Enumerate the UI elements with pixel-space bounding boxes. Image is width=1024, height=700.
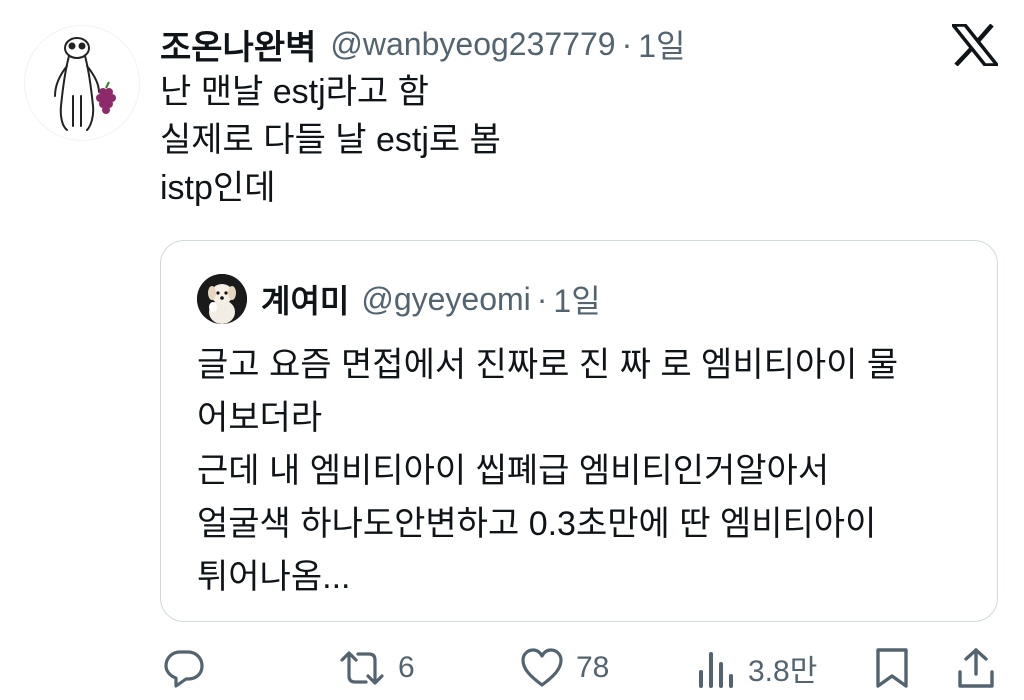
views-count: 3.8만 bbox=[748, 655, 818, 688]
header-separator: · bbox=[621, 25, 633, 62]
quoted-author-avatar[interactable] bbox=[197, 274, 247, 324]
share-button[interactable] bbox=[954, 644, 998, 692]
reply-icon bbox=[164, 650, 204, 688]
quoted-header-separator: · bbox=[536, 280, 548, 317]
retweet-button[interactable]: 6 bbox=[338, 644, 415, 692]
like-button[interactable]: 78 bbox=[520, 644, 609, 692]
quoted-tweet[interactable]: 계여미 @gyeyeomi · 1일 글고 요즘 면접에서 진짜로 진 짜 로 … bbox=[160, 240, 998, 622]
tweet-text: 난 맨날 estj라고 함 실제로 다들 날 estj로 봄 istp인데 bbox=[160, 73, 501, 207]
x-logo-icon bbox=[952, 24, 998, 66]
bookmark-icon bbox=[876, 648, 908, 688]
heart-icon bbox=[521, 648, 563, 687]
tweet-timestamp[interactable]: 1일 bbox=[638, 21, 685, 67]
reply-button[interactable] bbox=[162, 644, 218, 692]
puppy-image bbox=[197, 274, 247, 324]
doodle-character-image bbox=[54, 37, 116, 131]
quoted-author-handle[interactable]: @gyeyeomi bbox=[361, 281, 530, 318]
tweet-action-bar: 6 78 3.8만 bbox=[0, 640, 1024, 696]
bookmark-button[interactable] bbox=[872, 644, 912, 692]
quoted-tweet-header: 계여미 @gyeyeomi · 1일 bbox=[261, 277, 601, 321]
quoted-tweet-timestamp[interactable]: 1일 bbox=[553, 276, 600, 322]
views-button[interactable]: 3.8만 bbox=[696, 644, 817, 692]
author-handle[interactable]: @wanbyeog237779 bbox=[330, 26, 615, 63]
author-display-name[interactable]: 조온나완벽 bbox=[160, 20, 316, 69]
like-count: 78 bbox=[576, 651, 610, 684]
share-icon bbox=[958, 648, 994, 688]
views-icon bbox=[699, 652, 733, 688]
quoted-author-display-name[interactable]: 계여미 bbox=[261, 276, 349, 322]
tweet-header: 조온나완벽 @wanbyeog237779 · 1일 bbox=[160, 20, 685, 69]
author-avatar[interactable] bbox=[24, 25, 140, 141]
retweet-count: 6 bbox=[398, 651, 415, 684]
retweet-icon bbox=[340, 651, 384, 685]
quoted-tweet-text: 글고 요즘 면접에서 진짜로 진 짜 로 엠비티아이 물 어보더라 근데 내 엠… bbox=[197, 346, 899, 596]
